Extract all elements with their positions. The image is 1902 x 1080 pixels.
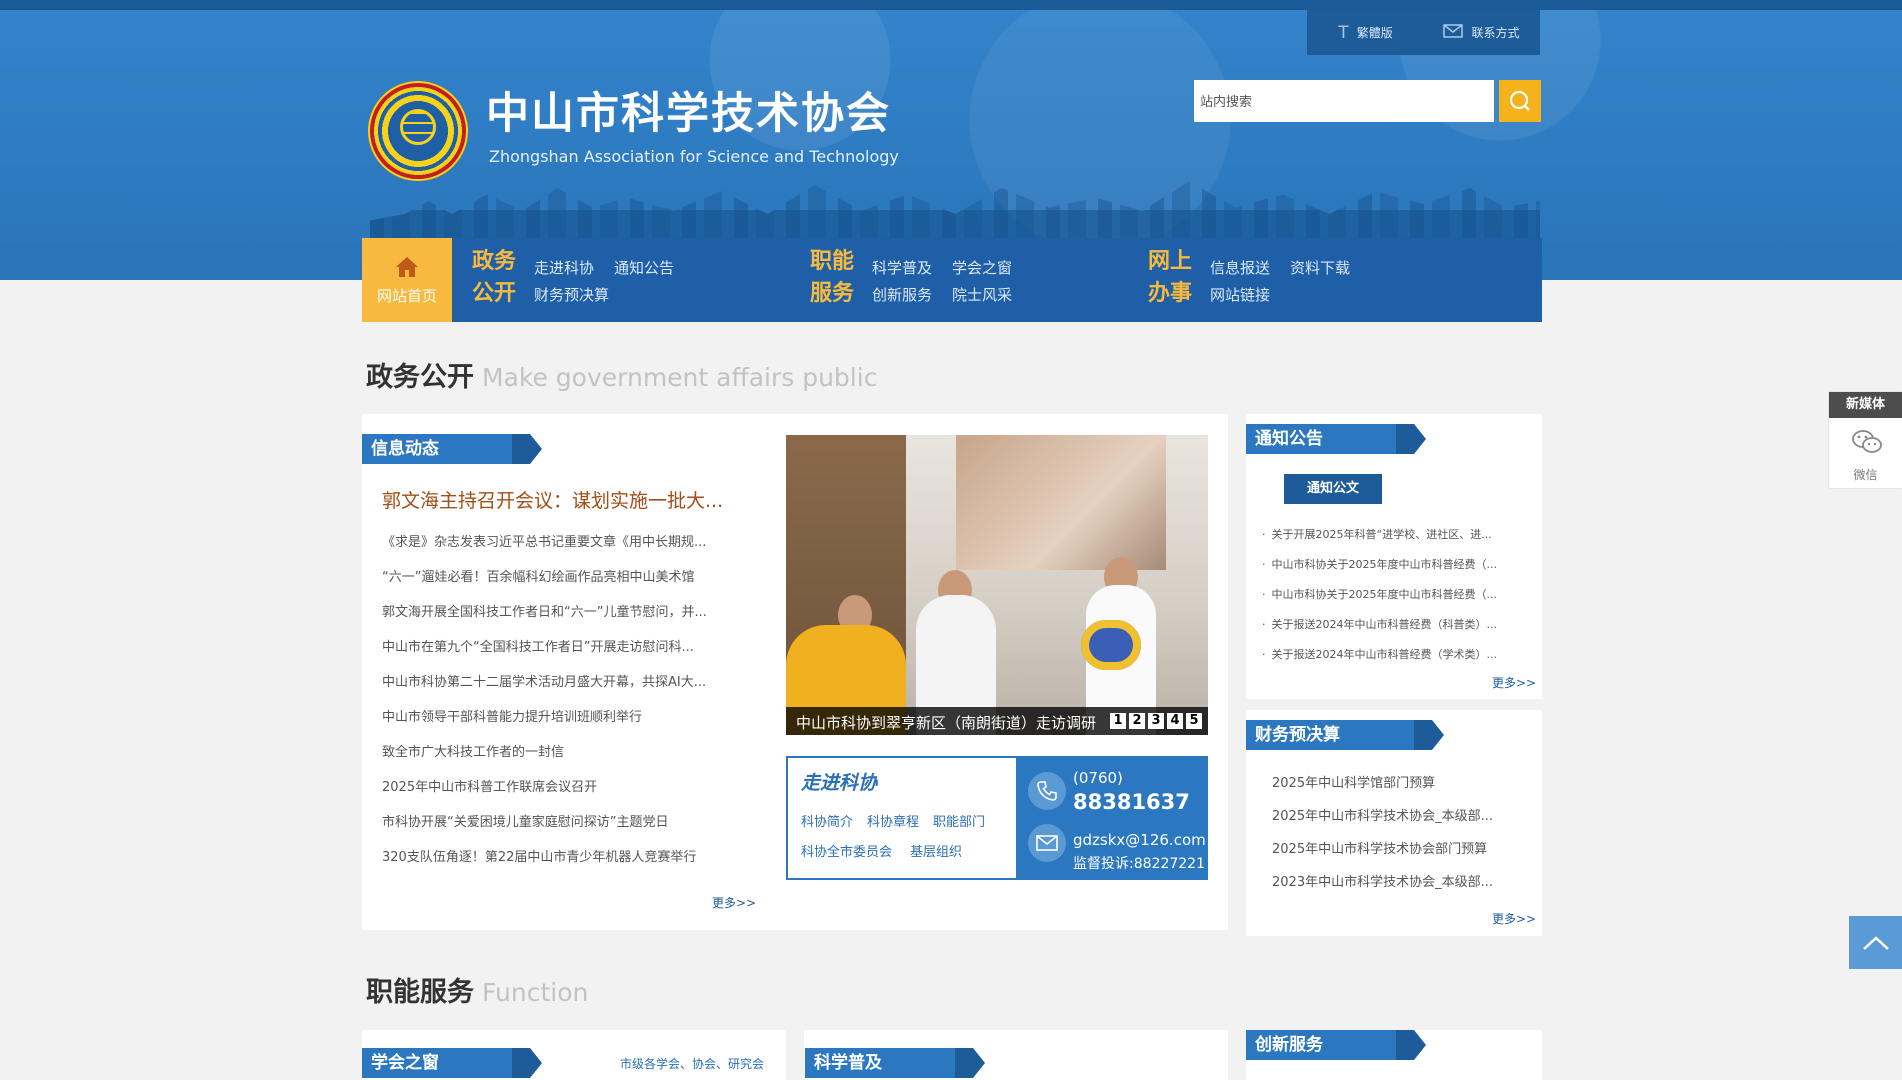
zjkx-link[interactable]: 科协全市委员会 xyxy=(801,841,892,860)
nav-link-innovation[interactable]: 创新服务 xyxy=(872,284,932,305)
nav-link-zjkx[interactable]: 走进科协 xyxy=(534,257,594,278)
main-nav: 网站首页 政务 公开 走进科协 通知公告 财务预决算 职能 服务 科学普及 学会之窗… xyxy=(362,238,1542,322)
news-item[interactable]: 中山市科协第二十二届学术活动月盛大开幕，共探AI大... xyxy=(382,671,706,690)
slider-page-5[interactable]: 5 xyxy=(1186,713,1202,729)
nav-home-label: 网站首页 xyxy=(376,286,437,305)
zjkx-link[interactable]: 职能部门 xyxy=(933,811,985,830)
zjkx-link[interactable]: 科协章程 xyxy=(867,811,919,830)
wechat-label[interactable]: 微信 xyxy=(1829,466,1902,483)
nav-link-notice[interactable]: 通知公告 xyxy=(614,257,674,278)
cast-logo-icon[interactable] xyxy=(368,81,468,181)
slider-caption-bar: 中山市科协到翠亨新区（南朗街道）走访调研 1 2 3 4 5 xyxy=(786,707,1208,735)
news-item[interactable]: “六一”遛娃必看！百余幅科幻绘画作品亮相中山美术馆 xyxy=(382,566,694,585)
tab-popsci[interactable]: 科学普及 xyxy=(805,1048,955,1078)
tab-notice[interactable]: 通知公告 xyxy=(1246,424,1396,454)
nav-group-gov: 政务 公开 走进科协 通知公告 财务预决算 xyxy=(472,238,772,322)
news-slider-image[interactable] xyxy=(786,435,1208,735)
notice-item[interactable]: 中山市科协关于2025年度中山市科普经费（... xyxy=(1262,586,1497,602)
tab-society[interactable]: 学会之窗 xyxy=(362,1048,512,1078)
news-item[interactable]: 致全市广大科技工作者的一封信 xyxy=(382,741,564,760)
phone-icon xyxy=(1028,772,1066,810)
slider-page-2[interactable]: 2 xyxy=(1129,713,1145,729)
slider-caption[interactable]: 中山市科协到翠亨新区（南朗街道）走访调研 xyxy=(796,712,1101,733)
contact-button[interactable]: 联系方式 xyxy=(1423,10,1540,55)
text-t-icon: T xyxy=(1338,22,1349,43)
nav-link-society[interactable]: 学会之窗 xyxy=(952,257,1012,278)
news-item[interactable]: 2025年中山市科普工作联席会议召开 xyxy=(382,776,597,795)
phone-number: 88381637 xyxy=(1073,790,1190,814)
email-icon xyxy=(1028,824,1066,862)
traditional-chinese-button[interactable]: T 繁體版 xyxy=(1307,10,1424,55)
email-address[interactable]: gdzskx@126.com xyxy=(1073,831,1206,849)
nav-category-gov: 政务 公开 xyxy=(472,249,517,306)
news-item[interactable]: 中山市领导干部科普能力提升培训班顺利举行 xyxy=(382,706,642,725)
budget-item[interactable]: 2025年中山市科学技术协会部门预算 xyxy=(1272,838,1487,857)
news-item[interactable]: 320支队伍角逐！第22届中山市青少年机器人竞赛举行 xyxy=(382,846,696,865)
back-to-top-button[interactable] xyxy=(1849,916,1902,969)
nav-link-popsci[interactable]: 科学普及 xyxy=(872,257,932,278)
complaint-phone: 监督投诉:88227221 xyxy=(1073,856,1205,872)
notice-item[interactable]: 关于开展2025年科普“进学校、进社区、进... xyxy=(1262,526,1492,542)
zjkx-title: 走进科协 xyxy=(801,772,878,794)
zjkx-link[interactable]: 基层组织 xyxy=(910,841,962,860)
budget-more-link[interactable]: 更多>> xyxy=(1492,910,1536,927)
header-top-strip xyxy=(0,0,1902,10)
notice-docs-button[interactable]: 通知公文 xyxy=(1284,474,1382,504)
contact-label: 联系方式 xyxy=(1471,26,1520,40)
city-skyline-decoration xyxy=(370,181,1540,240)
search-input[interactable] xyxy=(1194,80,1494,122)
society-description[interactable]: 市级各学会、协会、研究会 xyxy=(620,1055,764,1072)
tab-budget[interactable]: 财务预决算 xyxy=(1246,720,1414,750)
site-subtitle: Zhongshan Association for Science and Te… xyxy=(489,147,899,166)
notice-item[interactable]: 关于报送2024年中山市科普经费（学术类）... xyxy=(1262,646,1497,662)
notice-item[interactable]: 关于报送2024年中山市科普经费（科普类）... xyxy=(1262,616,1497,632)
home-icon xyxy=(396,256,418,277)
slider-page-4[interactable]: 4 xyxy=(1167,713,1183,729)
news-more-link[interactable]: 更多>> xyxy=(712,894,756,911)
notice-more-link[interactable]: 更多>> xyxy=(1492,674,1536,691)
zjkx-box: 走进科协 科协简介 科协章程 职能部门 科协全市委员会 基层组织 xyxy=(786,756,1018,880)
tab-innovation[interactable]: 创新服务 xyxy=(1246,1030,1396,1060)
new-media-sidebar: 新媒体 微信 xyxy=(1829,392,1902,488)
slider-page-3[interactable]: 3 xyxy=(1148,713,1164,729)
budget-item[interactable]: 2023年中山市科学技术协会_本级部... xyxy=(1272,871,1493,890)
budget-item[interactable]: 2025年中山市科学技术协会_本级部... xyxy=(1272,805,1493,824)
search-icon xyxy=(1509,90,1530,111)
news-item[interactable]: 市科协开展“关爱困境儿童家庭慰问探访”主题党日 xyxy=(382,811,668,830)
nav-category-func: 职能 服务 xyxy=(810,249,855,306)
news-item[interactable]: 郭文海开展全国科技工作者日和“六一”儿童节慰问，并... xyxy=(382,601,707,620)
news-item[interactable]: 中山市在第九个“全国科技工作者日”开展走访慰问科... xyxy=(382,636,694,655)
chevron-up-icon xyxy=(1862,935,1889,950)
nav-link-academician[interactable]: 院士风采 xyxy=(952,284,1012,305)
phone-area-code: (0760) xyxy=(1073,769,1123,787)
mail-icon xyxy=(1443,23,1464,43)
nav-category-online: 网上 办事 xyxy=(1148,249,1193,306)
zjkx-link[interactable]: 科协简介 xyxy=(801,811,853,830)
site-title[interactable]: 中山市科学技术协会 xyxy=(486,90,891,138)
wechat-icon[interactable] xyxy=(1851,428,1883,460)
nav-link-links[interactable]: 网站链接 xyxy=(1210,284,1270,305)
nav-link-budget[interactable]: 财务预决算 xyxy=(534,284,609,305)
nav-link-download[interactable]: 资料下载 xyxy=(1290,257,1350,278)
news-item[interactable]: 《求是》杂志发表习近平总书记重要文章《用中长期规... xyxy=(382,531,706,550)
slider-page-1[interactable]: 1 xyxy=(1110,713,1126,729)
contact-box: (0760) 88381637 gdzskx@126.com 监督投诉:8822… xyxy=(1018,756,1208,880)
traditional-label: 繁體版 xyxy=(1356,26,1393,40)
notice-item[interactable]: 中山市科协关于2025年度中山市科普经费（... xyxy=(1262,556,1497,572)
nav-group-func: 职能 服务 科学普及 学会之窗 创新服务 院士风采 xyxy=(810,238,1110,322)
nav-home-button[interactable]: 网站首页 xyxy=(362,238,452,322)
nav-link-report[interactable]: 信息报送 xyxy=(1210,257,1270,278)
budget-item[interactable]: 2025年中山科学馆部门预算 xyxy=(1272,772,1435,791)
news-headline[interactable]: 郭文海主持召开会议：谋划实施一批大... xyxy=(382,486,723,513)
search-button[interactable] xyxy=(1499,80,1541,122)
section-title-gov: 政务公开 Make government affairs public xyxy=(366,362,878,393)
section-title-function: 职能服务 Function xyxy=(366,977,589,1008)
tab-news[interactable]: 信息动态 xyxy=(362,434,512,464)
slider-pager: 1 2 3 4 5 xyxy=(1110,713,1202,729)
new-media-heading: 新媒体 xyxy=(1829,392,1902,418)
nav-group-online: 网上 办事 信息报送 资料下载 网站链接 xyxy=(1148,238,1448,322)
